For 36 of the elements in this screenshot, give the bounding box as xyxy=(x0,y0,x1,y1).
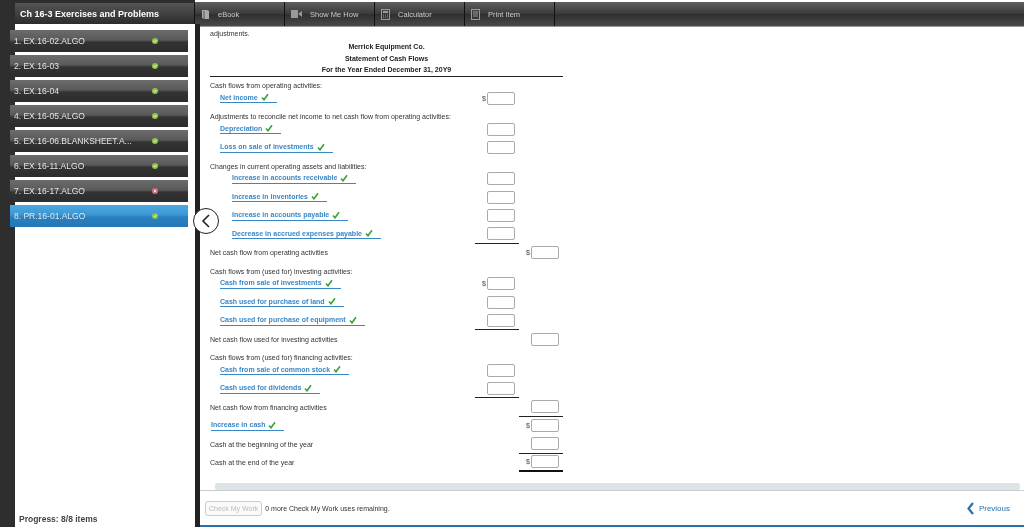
amount-input[interactable] xyxy=(487,209,515,223)
calculator-icon xyxy=(381,8,390,20)
amount-input[interactable] xyxy=(487,363,515,377)
assignment-item[interactable]: 7. EX.16-17.ALGO xyxy=(10,180,188,202)
video-icon xyxy=(291,10,302,18)
assignment-item[interactable]: 5. EX.16-06.BLANKSHEET.A... xyxy=(10,130,188,152)
amount-input[interactable] xyxy=(487,122,515,136)
assignment-item[interactable]: 1. EX.16-02.ALGO xyxy=(10,30,188,52)
amount-input[interactable] xyxy=(487,141,515,155)
amount-input[interactable] xyxy=(487,190,515,204)
assignment-item[interactable]: 8. PR.16-01.ALGO xyxy=(10,205,188,227)
amount-input[interactable] xyxy=(531,246,559,260)
assignment-item[interactable]: 4. EX.16-05.ALGO xyxy=(10,105,188,127)
amount-input[interactable] xyxy=(487,381,515,395)
amount-input[interactable] xyxy=(487,172,515,186)
amount-input[interactable] xyxy=(487,277,515,291)
amount-input[interactable] xyxy=(487,295,515,309)
assignment-item[interactable]: 6. EX.16-11.ALGO xyxy=(10,155,188,177)
horizontal-scrollbar[interactable] xyxy=(215,483,1020,490)
amount-input[interactable] xyxy=(487,313,515,327)
amount-input[interactable] xyxy=(531,437,559,451)
previous-link[interactable]: Previous xyxy=(966,501,1010,515)
document-icon xyxy=(471,8,480,20)
amount-input[interactable] xyxy=(531,419,559,433)
chevron-left-icon xyxy=(201,214,211,228)
amount-input[interactable] xyxy=(531,332,559,346)
amount-input[interactable] xyxy=(531,455,559,469)
book-icon xyxy=(201,9,210,19)
amount-input[interactable] xyxy=(487,227,515,241)
amount-input[interactable] xyxy=(531,400,559,414)
chevron-left-icon xyxy=(966,501,974,515)
amount-input[interactable] xyxy=(487,91,515,105)
assignment-item[interactable]: 2. EX.16-03 xyxy=(10,55,188,77)
progress-text: Progress: 8/8 items xyxy=(18,514,99,526)
sidebar-title: Ch 16-3 Exercises and Problems xyxy=(15,3,195,24)
assignment-item[interactable]: 3. EX.16-04 xyxy=(10,80,188,102)
